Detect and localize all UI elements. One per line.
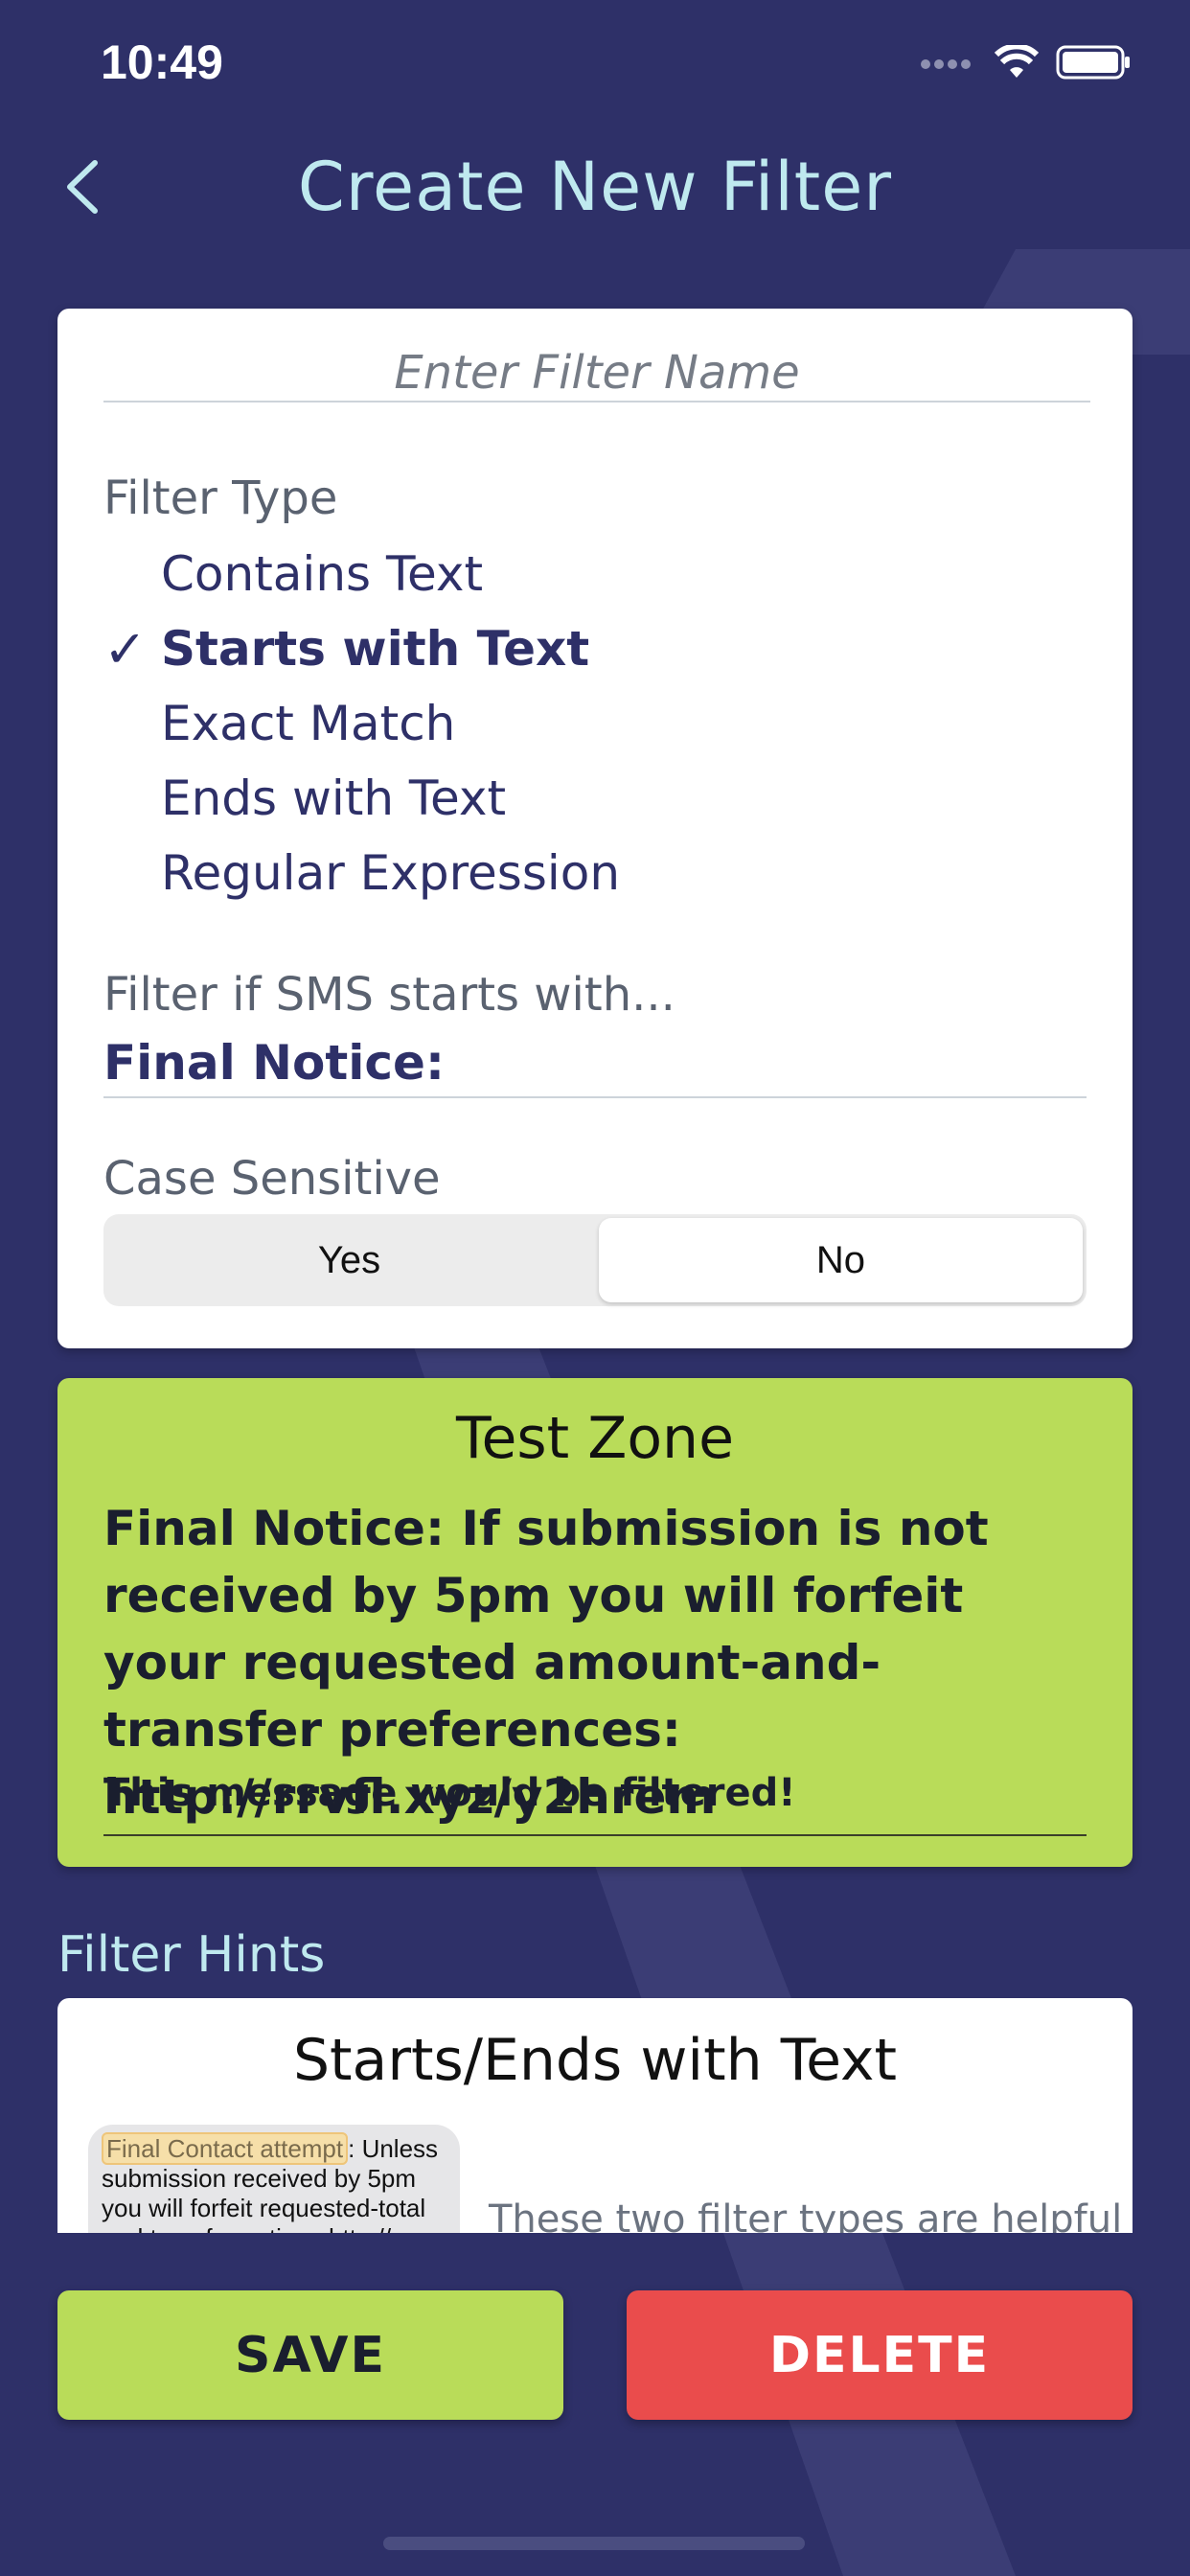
- test-zone-card: Test Zone Final Notice: If submission is…: [57, 1378, 1133, 1867]
- option-label: Contains Text: [161, 546, 484, 602]
- option-label: Regular Expression: [161, 845, 621, 901]
- filter-hints-label: Filter Hints: [57, 1926, 326, 1984]
- delete-button[interactable]: DELETE: [627, 2290, 1133, 2420]
- test-zone-title: Test Zone: [456, 1405, 734, 1472]
- filter-hints-card[interactable]: Starts/Ends with Text Final Contact atte…: [57, 1998, 1133, 2233]
- filter-type-option-regex[interactable]: Regular Expression: [103, 840, 620, 907]
- filter-type-option-starts-with[interactable]: ✓ Starts with Text: [103, 615, 589, 682]
- sms-condition-input[interactable]: Final Notice:: [103, 1029, 1087, 1098]
- option-label: Starts with Text: [161, 621, 590, 677]
- filter-type-option-contains[interactable]: Contains Text: [103, 540, 483, 608]
- status-icons: [920, 44, 1133, 80]
- option-label: Ends with Text: [161, 770, 507, 826]
- filter-name-input[interactable]: [103, 345, 1090, 402]
- option-label: Exact Match: [161, 696, 456, 751]
- filter-type-option-ends-with[interactable]: Ends with Text: [103, 765, 506, 832]
- test-result-text: This message would be filtered!: [103, 1771, 796, 1815]
- hint-title: Starts/Ends with Text: [292, 2027, 898, 2094]
- case-sensitive-label: Case Sensitive: [103, 1152, 441, 1206]
- battery-icon: [1056, 45, 1130, 80]
- checkmark-icon: ✓: [103, 618, 148, 679]
- status-time: 10:49: [101, 35, 223, 89]
- nav-bar: Create New Filter: [0, 134, 1190, 240]
- case-sensitive-toggle: Yes No: [103, 1214, 1087, 1306]
- example-sms-bubble: Final Contact attempt: Unless submission…: [88, 2125, 460, 2233]
- wifi-icon: [995, 45, 1039, 78]
- filter-type-label: Filter Type: [103, 472, 338, 525]
- home-indicator: [383, 2537, 805, 2550]
- highlighted-match: Final Contact attempt: [102, 2132, 349, 2165]
- hint-body-text: These two filter types are helpful: [489, 2197, 1123, 2233]
- status-bar: 10:49: [0, 0, 1190, 125]
- case-yes-segment[interactable]: Yes: [107, 1218, 591, 1302]
- cellular-signal-icon: [921, 59, 971, 69]
- page-title: Create New Filter: [297, 148, 893, 226]
- sms-condition-label: Filter if SMS starts with...: [103, 968, 675, 1022]
- filter-type-option-exact-match[interactable]: Exact Match: [103, 690, 455, 757]
- save-button[interactable]: SAVE: [57, 2290, 563, 2420]
- filter-form-card: Filter Type Contains Text ✓ Starts with …: [57, 309, 1133, 1348]
- case-no-segment[interactable]: No: [599, 1218, 1083, 1302]
